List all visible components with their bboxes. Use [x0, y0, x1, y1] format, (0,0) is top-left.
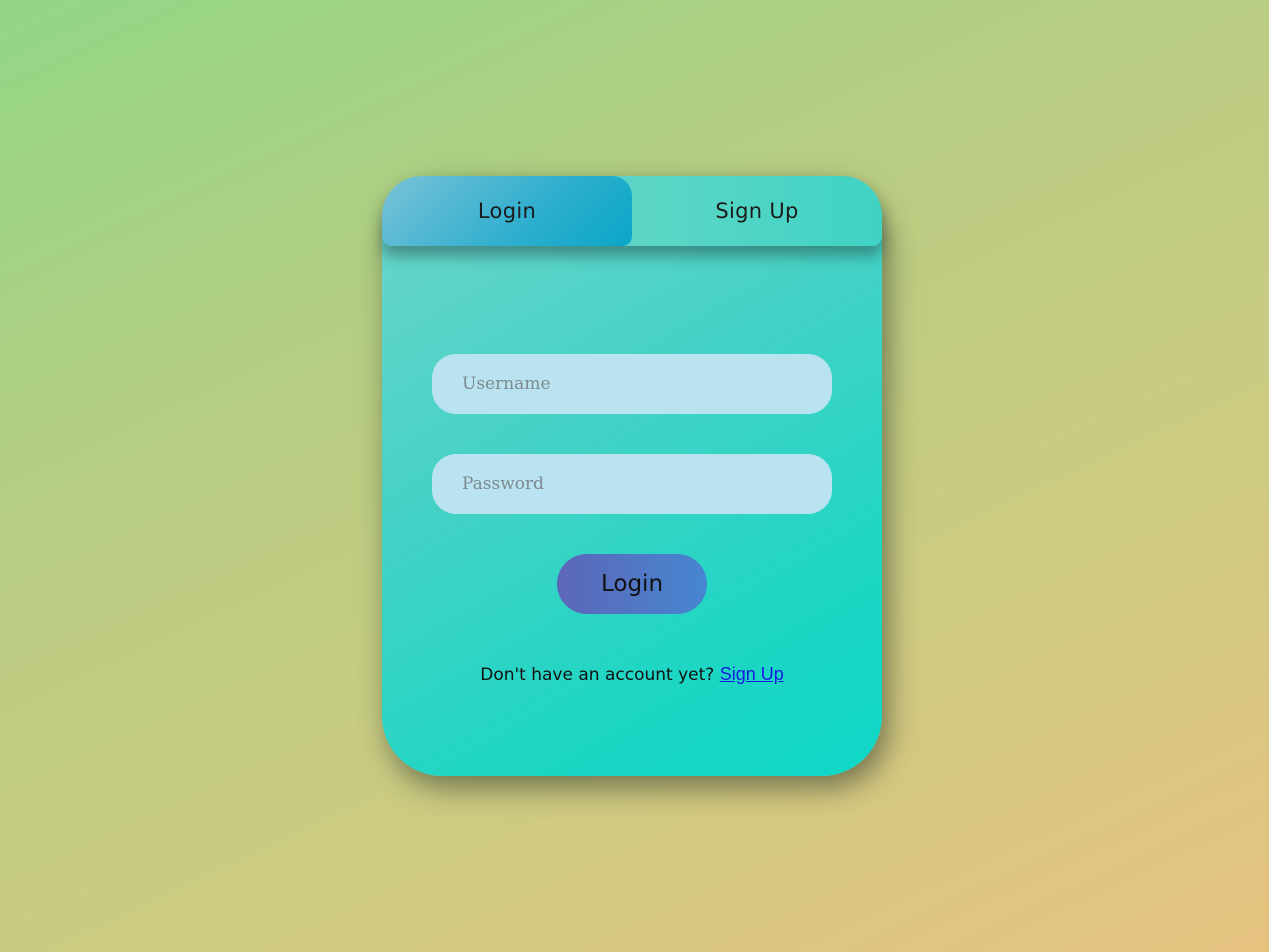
tab-login[interactable]: Login: [382, 176, 632, 246]
signup-link[interactable]: Sign Up: [720, 664, 784, 684]
password-input[interactable]: [432, 454, 832, 514]
tab-signup[interactable]: Sign Up: [632, 176, 882, 246]
signup-prompt: Don't have an account yet? Sign Up: [382, 664, 882, 685]
auth-tabs: Login Sign Up: [382, 176, 882, 246]
tab-login-label: Login: [477, 199, 537, 223]
login-card: Login Sign Up Login Don't have an accoun…: [382, 176, 882, 776]
tab-signup-label: Sign Up: [715, 199, 799, 223]
login-button[interactable]: Login: [557, 554, 707, 614]
username-input[interactable]: [432, 354, 832, 414]
signup-prompt-text: Don't have an account yet?: [480, 665, 720, 685]
